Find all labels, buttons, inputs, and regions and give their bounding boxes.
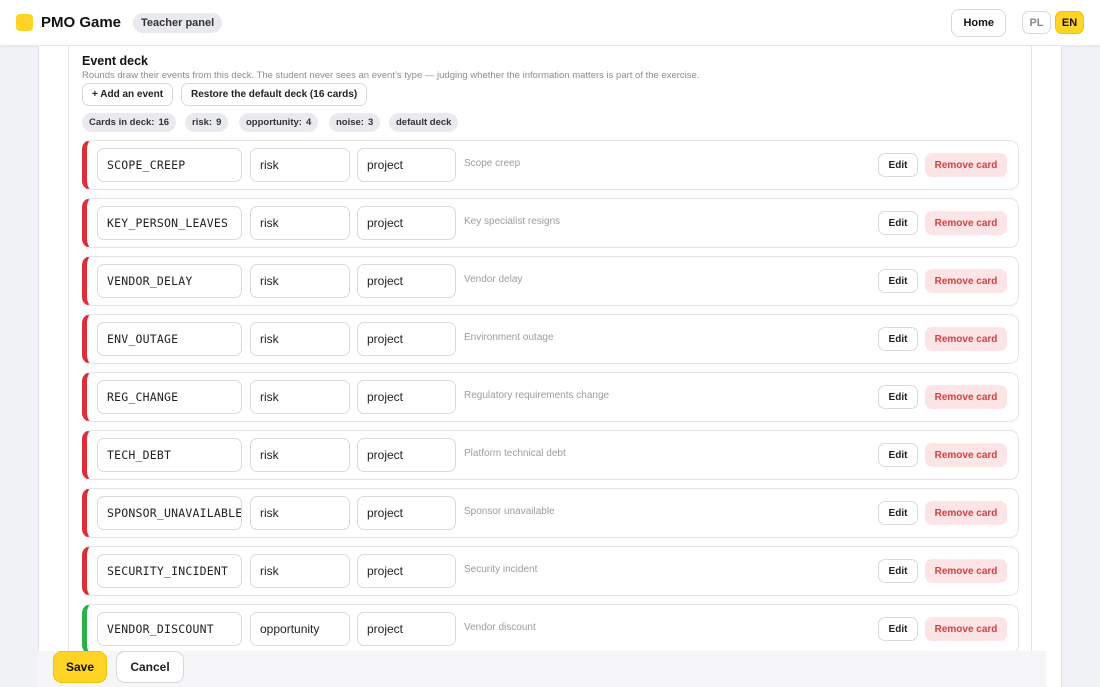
edit-button[interactable]: Edit <box>878 153 918 177</box>
add-event-button[interactable]: + Add an event <box>82 83 174 106</box>
event-description: Environment outage <box>464 332 554 343</box>
event-scope-field[interactable]: project <box>357 380 456 414</box>
noise-count-label: noise: <box>336 117 364 128</box>
event-id-input[interactable]: SECURITY_INCIDENT <box>97 554 242 588</box>
event-id-input[interactable]: REG_CHANGE <box>97 380 242 414</box>
top-bar: PMO Game Teacher panel Home PL EN <box>0 0 1100 46</box>
event-type-field[interactable]: risk <box>250 322 350 356</box>
deck-title: Event deck <box>82 54 149 68</box>
deck-subtitle: Rounds draw their events from this deck.… <box>82 70 700 81</box>
cards-count-label: Cards in deck: <box>89 117 155 128</box>
event-scope-field[interactable]: project <box>357 554 456 588</box>
event-row: TECH_DEBT risk project Platform technical d… <box>82 430 1019 480</box>
event-type-field[interactable]: risk <box>250 554 350 588</box>
default-deck-chip: default deck <box>389 113 459 132</box>
event-scope-field[interactable]: project <box>357 322 456 356</box>
event-id-input[interactable]: ENV_OUTAGE <box>97 322 242 356</box>
edit-button[interactable]: Edit <box>878 617 918 641</box>
event-description: Key specialist resigns <box>464 216 561 227</box>
cards-count-value: 16 <box>158 117 170 128</box>
remove-card-button[interactable]: Remove card <box>925 153 1007 177</box>
event-description: Vendor discount <box>464 622 536 633</box>
remove-card-button[interactable]: Remove card <box>925 443 1007 467</box>
event-deck-panel: Event deck Rounds draw their events from… <box>68 46 1032 687</box>
event-scope-field[interactable]: project <box>357 438 456 472</box>
teacher-panel-badge: Teacher panel <box>133 12 223 33</box>
cancel-button[interactable]: Cancel <box>116 651 184 683</box>
event-id-input[interactable]: VENDOR_DELAY <box>97 264 242 298</box>
edit-button[interactable]: Edit <box>878 385 918 409</box>
edit-button[interactable]: Edit <box>878 327 918 351</box>
event-id-input[interactable]: VENDOR_DISCOUNT <box>97 612 242 646</box>
event-type-field[interactable]: risk <box>250 264 350 298</box>
event-type-field[interactable]: risk <box>250 438 350 472</box>
risk-count-value: 9 <box>216 117 222 128</box>
opportunity-count-label: opportunity: <box>246 117 302 128</box>
event-type-field[interactable]: risk <box>250 496 350 530</box>
event-row: KEY_PERSON_LEAVES risk project Key speciali… <box>82 198 1019 248</box>
language-pl-button[interactable]: PL <box>1022 11 1051 34</box>
event-row: REG_CHANGE risk project Regulatory requirem… <box>82 372 1019 422</box>
event-scope-field[interactable]: project <box>357 264 456 298</box>
risk-count-label: risk: <box>192 117 213 128</box>
event-row: VENDOR_DELAY risk project Vendor delay Edit R… <box>82 256 1019 306</box>
event-row: ENV_OUTAGE risk project Environment outage E… <box>82 314 1019 364</box>
save-button[interactable]: Save <box>53 651 107 683</box>
event-scope-field[interactable]: project <box>357 206 456 240</box>
edit-button[interactable]: Edit <box>878 443 918 467</box>
app-title: PMO Game <box>41 14 122 31</box>
opportunity-count-value: 4 <box>305 117 312 128</box>
event-description: Scope creep <box>464 158 521 169</box>
save-bar <box>38 651 1046 687</box>
event-scope-field[interactable]: project <box>357 496 456 530</box>
event-description: Platform technical debt <box>464 448 566 459</box>
noise-count-value: 3 <box>367 117 374 128</box>
event-scope-field[interactable]: project <box>357 148 456 182</box>
event-description: Sponsor unavailable <box>464 506 555 517</box>
cards-count-chip: Cards in deck: 16 <box>82 113 177 132</box>
remove-card-button[interactable]: Remove card <box>925 501 1007 525</box>
remove-card-button[interactable]: Remove card <box>925 617 1007 641</box>
edit-button[interactable]: Edit <box>878 501 918 525</box>
remove-card-button[interactable]: Remove card <box>925 559 1007 583</box>
opportunity-count-chip: opportunity: 4 <box>239 113 319 132</box>
event-row: SPONSOR_UNAVAILABLE risk project Sponsor un… <box>82 488 1019 538</box>
risk-count-chip: risk: 9 <box>185 113 229 132</box>
event-id-input[interactable]: TECH_DEBT <box>97 438 242 472</box>
edit-button[interactable]: Edit <box>878 559 918 583</box>
event-row: SCOPE_CREEP risk project Scope creep Edit Rem… <box>82 140 1019 190</box>
edit-button[interactable]: Edit <box>878 211 918 235</box>
logo-icon <box>16 14 33 31</box>
remove-card-button[interactable]: Remove card <box>925 211 1007 235</box>
event-row: VENDOR_DISCOUNT opportunity project Vendor … <box>82 604 1019 654</box>
event-description: Security incident <box>464 564 538 575</box>
home-button[interactable]: Home <box>951 8 1006 37</box>
remove-card-button[interactable]: Remove card <box>925 327 1007 351</box>
event-description: Regulatory requirements change <box>464 390 610 401</box>
event-type-field[interactable]: risk <box>250 380 350 414</box>
noise-count-chip: noise: 3 <box>329 113 381 132</box>
event-id-input[interactable]: SCOPE_CREEP <box>97 148 242 182</box>
event-description: Vendor delay <box>464 274 523 285</box>
event-id-input[interactable]: KEY_PERSON_LEAVES <box>97 206 242 240</box>
event-type-field[interactable]: opportunity <box>250 612 350 646</box>
event-type-field[interactable]: risk <box>250 148 350 182</box>
remove-card-button[interactable]: Remove card <box>925 269 1007 293</box>
restore-default-deck-button[interactable]: Restore the default deck (16 cards) <box>181 83 368 106</box>
edit-button[interactable]: Edit <box>878 269 918 293</box>
remove-card-button[interactable]: Remove card <box>925 385 1007 409</box>
event-row: SECURITY_INCIDENT risk project Security inc… <box>82 546 1019 596</box>
event-type-field[interactable]: risk <box>250 206 350 240</box>
event-id-input[interactable]: SPONSOR_UNAVAILABLE <box>97 496 242 530</box>
event-scope-field[interactable]: project <box>357 612 456 646</box>
language-en-button[interactable]: EN <box>1055 11 1084 34</box>
